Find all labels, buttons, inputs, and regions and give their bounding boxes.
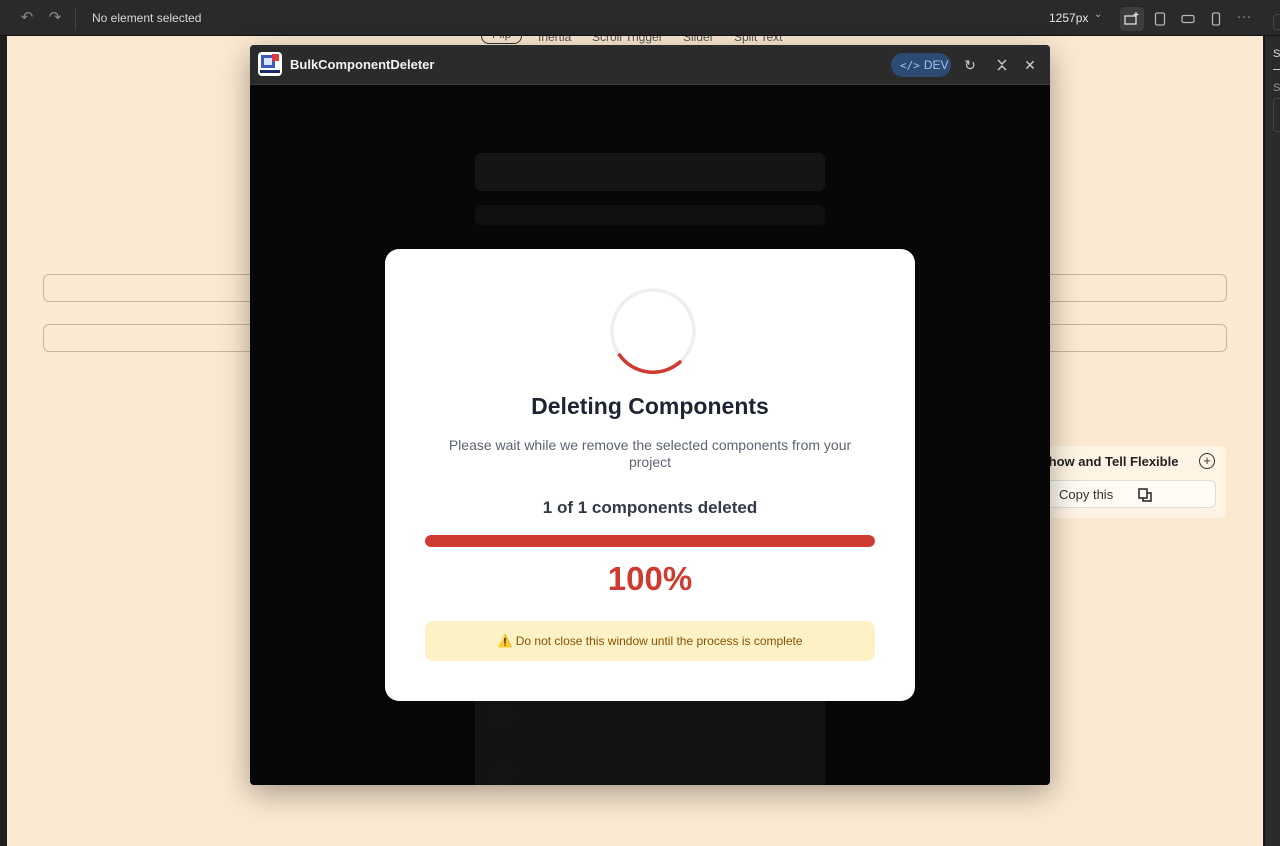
add-icon[interactable]: + (1199, 453, 1215, 469)
copy-button-label: Copy this (1059, 487, 1114, 502)
dev-label: DEV (923, 58, 949, 72)
dimmed-bar (475, 205, 825, 225)
plugin-header: BulkComponentDeleter </> DEV ↻ ✕ (250, 45, 1050, 85)
bg-tab-split-text: Split Text (734, 36, 783, 44)
progress-bar-fill (425, 535, 875, 547)
background-card: Show and Tell Flexible + Copy this (1040, 446, 1226, 518)
undo-icon[interactable]: ↶ (17, 8, 37, 28)
bg-tab-flip: Flip (481, 36, 523, 44)
dimmed-checkbox (492, 705, 514, 727)
bg-tab-slider: Slider (683, 36, 714, 44)
card-title: Show and Tell Flexible (1040, 454, 1179, 469)
progress-bar (425, 535, 875, 547)
phone-icon[interactable] (1204, 7, 1228, 31)
right-panel: S S (1264, 14, 1280, 846)
desktop-add-icon[interactable] (1120, 7, 1144, 31)
dev-mode-badge[interactable]: </> DEV (891, 53, 951, 77)
toolbar-divider (75, 8, 76, 30)
panel-tab-label[interactable]: S (1273, 48, 1280, 60)
code-icon: </> (900, 59, 920, 72)
redo-icon[interactable]: ↷ (45, 8, 65, 28)
top-toolbar: ↶ ↷ No element selected 1257px ⌄ ··· (0, 0, 1280, 36)
loading-spinner-icon (610, 288, 696, 374)
progress-count: 1 of 1 components deleted (542, 498, 758, 517)
selection-status: No element selected (92, 11, 202, 25)
modal-title: Deleting Components (531, 393, 769, 419)
dimmed-checkbox (492, 765, 514, 785)
panel-toggle[interactable] (1273, 14, 1280, 30)
tablet-landscape-icon[interactable] (1176, 7, 1200, 31)
warning-banner: ⚠️ Do not close this window until the pr… (425, 621, 875, 661)
tablet-icon[interactable] (1148, 7, 1172, 31)
plugin-logo (258, 52, 282, 76)
bg-tab-inertia: Inertia (538, 36, 572, 44)
collapse-icon[interactable] (992, 55, 1012, 75)
chevron-down-icon[interactable]: ⌄ (1094, 9, 1102, 20)
dimmed-button (475, 153, 825, 191)
breakpoint-width[interactable]: 1257px (1049, 11, 1088, 25)
close-icon[interactable]: ✕ (1020, 55, 1040, 75)
progress-percent: 100% (607, 560, 693, 597)
plugin-window: BulkComponentDeleter </> DEV ↻ ✕ Deleting… (250, 45, 1050, 785)
modal-subtitle: Please wait while we remove the selected… (448, 437, 852, 470)
panel-input[interactable] (1273, 98, 1280, 132)
copy-button[interactable]: Copy this (1042, 480, 1216, 508)
panel-tab-underline (1273, 69, 1280, 70)
reload-icon[interactable]: ↻ (960, 55, 980, 75)
more-icon[interactable]: ··· (1234, 7, 1254, 27)
panel-section-label: S (1273, 82, 1280, 94)
plugin-body: Deleting Components Please wait while we… (250, 85, 1050, 785)
copy-icon (1138, 488, 1152, 502)
progress-modal: Deleting Components Please wait while we… (385, 249, 915, 701)
bg-tab-scroll-trigger: Scroll Trigger (592, 36, 663, 44)
plugin-title: BulkComponentDeleter (290, 57, 435, 72)
